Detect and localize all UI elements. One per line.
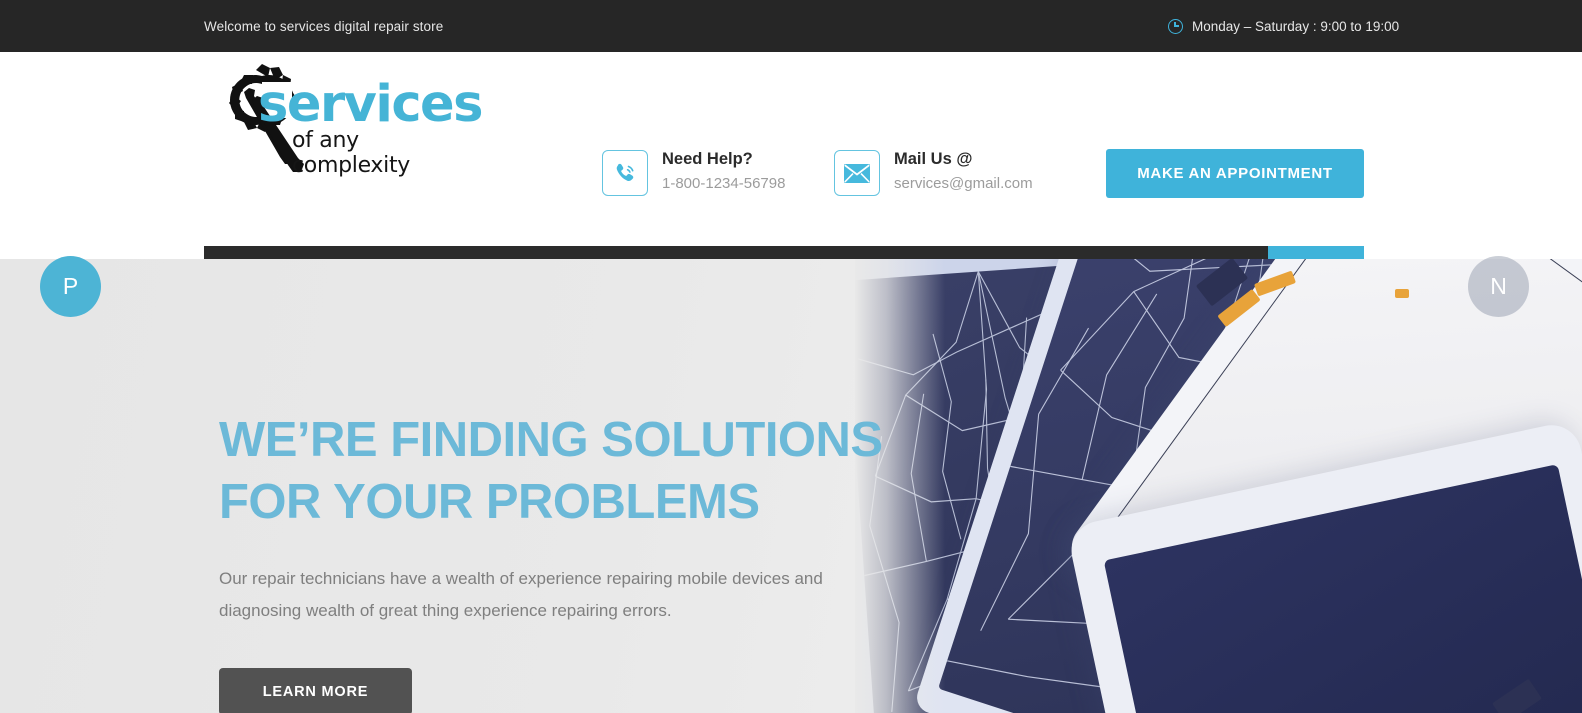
top-bar: Welcome to services digital repair store… bbox=[0, 0, 1582, 52]
contact-mail-text: Mail Us @ services@gmail.com bbox=[894, 148, 1033, 196]
hero-title-line-2: FOR YOUR PROBLEMS bbox=[219, 475, 760, 529]
contact-phone-text: Need Help? 1-800-1234-56798 bbox=[662, 148, 785, 196]
hero-description: Our repair technicians have a wealth of … bbox=[219, 569, 823, 620]
ribbon-cable-3 bbox=[1395, 289, 1409, 298]
site-header: services of any complexity Need Help? 1-… bbox=[0, 52, 1582, 311]
contact-phone-value: 1-800-1234-56798 bbox=[662, 175, 786, 192]
learn-more-button[interactable]: LEARN MORE bbox=[219, 668, 412, 713]
logo-word: services bbox=[258, 75, 484, 134]
clock-icon bbox=[1168, 18, 1183, 34]
contact-mail[interactable]: Mail Us @ services@gmail.com bbox=[834, 148, 1033, 196]
hero-title: WE’RE FINDING SOLUTIONS FOR YOUR PROBLEM… bbox=[219, 409, 919, 533]
carousel-next-button[interactable]: N bbox=[1468, 256, 1529, 317]
contact-mail-value: services@gmail.com bbox=[894, 175, 1033, 192]
hero-title-line-1: WE’RE FINDING SOLUTIONS bbox=[219, 413, 883, 467]
contact-mail-title: Mail Us @ bbox=[894, 150, 973, 168]
hero-image bbox=[855, 259, 1582, 713]
carousel-prev-button[interactable]: P bbox=[40, 256, 101, 317]
mail-icon bbox=[834, 150, 880, 196]
hero-content: WE’RE FINDING SOLUTIONS FOR YOUR PROBLEM… bbox=[219, 259, 919, 713]
make-appointment-button[interactable]: MAKE AN APPOINTMENT bbox=[1106, 149, 1364, 198]
opening-hours: Monday – Saturday : 9:00 to 19:00 bbox=[1168, 18, 1400, 34]
contact-phone-title: Need Help? bbox=[662, 150, 753, 168]
site-logo[interactable]: services of any complexity bbox=[204, 62, 484, 182]
phone-icon bbox=[602, 150, 648, 196]
welcome-message: Welcome to services digital repair store bbox=[204, 18, 444, 34]
contact-phone[interactable]: Need Help? 1-800-1234-56798 bbox=[602, 148, 785, 196]
logo-tagline: of any complexity bbox=[292, 128, 410, 178]
hero-slider: WE’RE FINDING SOLUTIONS FOR YOUR PROBLEM… bbox=[0, 259, 1582, 713]
opening-hours-text: Monday – Saturday : 9:00 to 19:00 bbox=[1192, 18, 1400, 34]
